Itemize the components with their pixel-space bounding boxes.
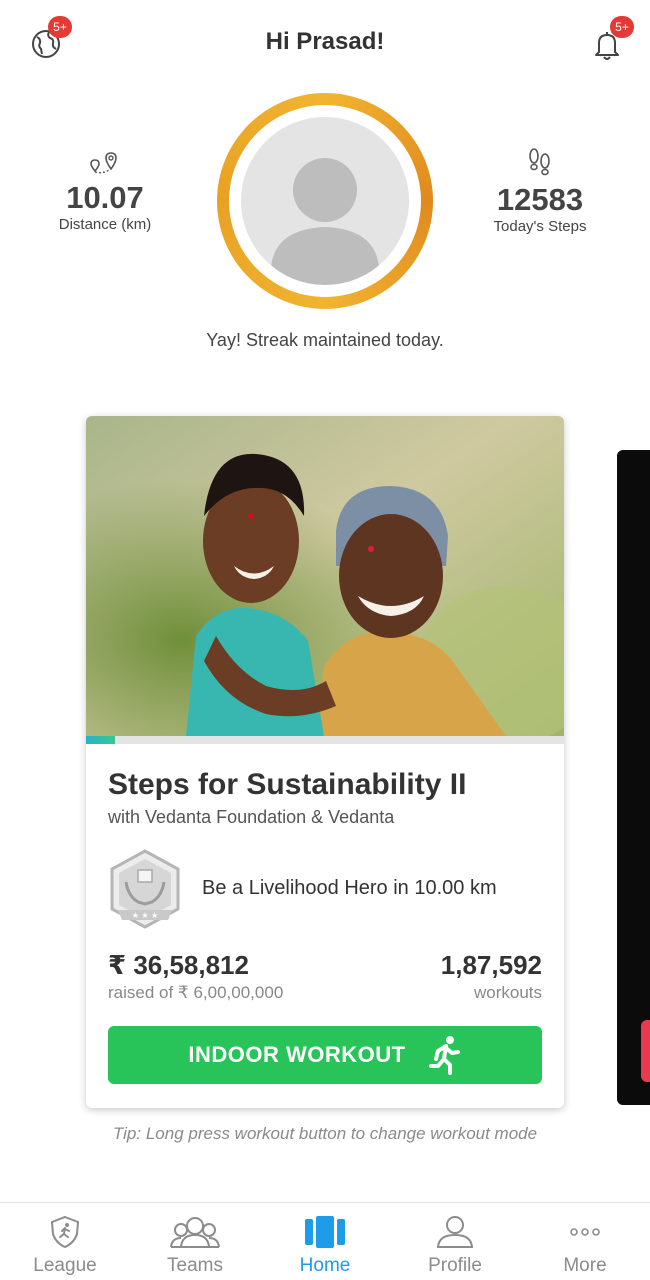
page-title: Hi Prasad! <box>265 28 385 55</box>
campaign-goal-text: Be a Livelihood Hero in 10.00 km <box>202 877 497 899</box>
raised-target: raised of ₹ 6,00,00,000 <box>108 983 284 1002</box>
bottom-nav: League Teams Home Profile More <box>0 1202 650 1280</box>
workout-tip: Tip: Long press workout button to change… <box>112 1124 538 1143</box>
nav-label-league: League <box>33 1255 97 1276</box>
default-avatar-icon <box>241 117 409 285</box>
running-person-icon <box>428 1036 460 1075</box>
steps-label: Today's Steps <box>493 218 587 235</box>
indoor-workout-button[interactable]: INDOOR WORKOUT <box>108 1026 542 1084</box>
map-pins-icon <box>90 152 117 174</box>
notifications-button[interactable]: 5+ <box>588 16 634 64</box>
campaign-card[interactable]: Steps for Sustainability II with Vedanta… <box>86 416 564 1108</box>
nav-item-profile[interactable]: Profile <box>390 1203 520 1280</box>
next-campaign-card[interactable] <box>617 450 650 1105</box>
campaign-subtitle: with Vedanta Foundation & Vedanta <box>108 807 395 827</box>
distance-label: Distance (km) <box>58 216 152 233</box>
raised-amount: ₹ 36,58,812 <box>108 950 249 980</box>
distance-value: 10.07 <box>66 180 144 215</box>
nav-label-teams: Teams <box>167 1255 223 1276</box>
workouts-label: workouts <box>473 983 542 1002</box>
more-dots-icon <box>570 1228 600 1236</box>
livelihood-hero-badge-icon: ★ ★ ★ <box>110 849 180 929</box>
campaign-photo <box>86 416 564 736</box>
group-icon <box>170 1217 220 1248</box>
footprints-icon <box>529 148 550 176</box>
nav-item-teams[interactable]: Teams <box>130 1203 260 1280</box>
campaign-title: Steps for Sustainability II <box>108 768 467 801</box>
notifications-badge: 5+ <box>610 16 634 38</box>
nav-label-more: More <box>563 1255 607 1276</box>
campaign-progress-fill <box>86 736 115 744</box>
svg-text:★ ★ ★: ★ ★ ★ <box>132 911 159 920</box>
avatar-streak-ring[interactable] <box>217 93 433 309</box>
nav-label-home: Home <box>299 1255 351 1276</box>
app-header: 5+ Hi Prasad! 5+ <box>0 0 650 86</box>
nav-item-league[interactable]: League <box>0 1203 130 1280</box>
next-card-button-edge <box>641 1020 650 1082</box>
nav-label-profile: Profile <box>428 1255 482 1276</box>
person-icon <box>436 1216 474 1248</box>
streak-message: Yay! Streak maintained today. <box>206 330 444 350</box>
shield-runner-icon <box>50 1215 80 1249</box>
indoor-workout-label: INDOOR WORKOUT <box>188 1042 406 1067</box>
columns-icon <box>305 1216 345 1248</box>
workouts-count: 1,87,592 <box>440 950 542 980</box>
avatar <box>241 117 409 285</box>
campaign-progress-bar <box>86 736 564 744</box>
steps-value: 12583 <box>496 182 584 217</box>
distance-stat: 10.07 Distance (km) <box>30 150 180 233</box>
nav-item-home[interactable]: Home <box>260 1203 390 1280</box>
nav-item-more[interactable]: More <box>520 1203 650 1280</box>
steps-stat: 12583 Today's Steps <box>465 146 615 235</box>
